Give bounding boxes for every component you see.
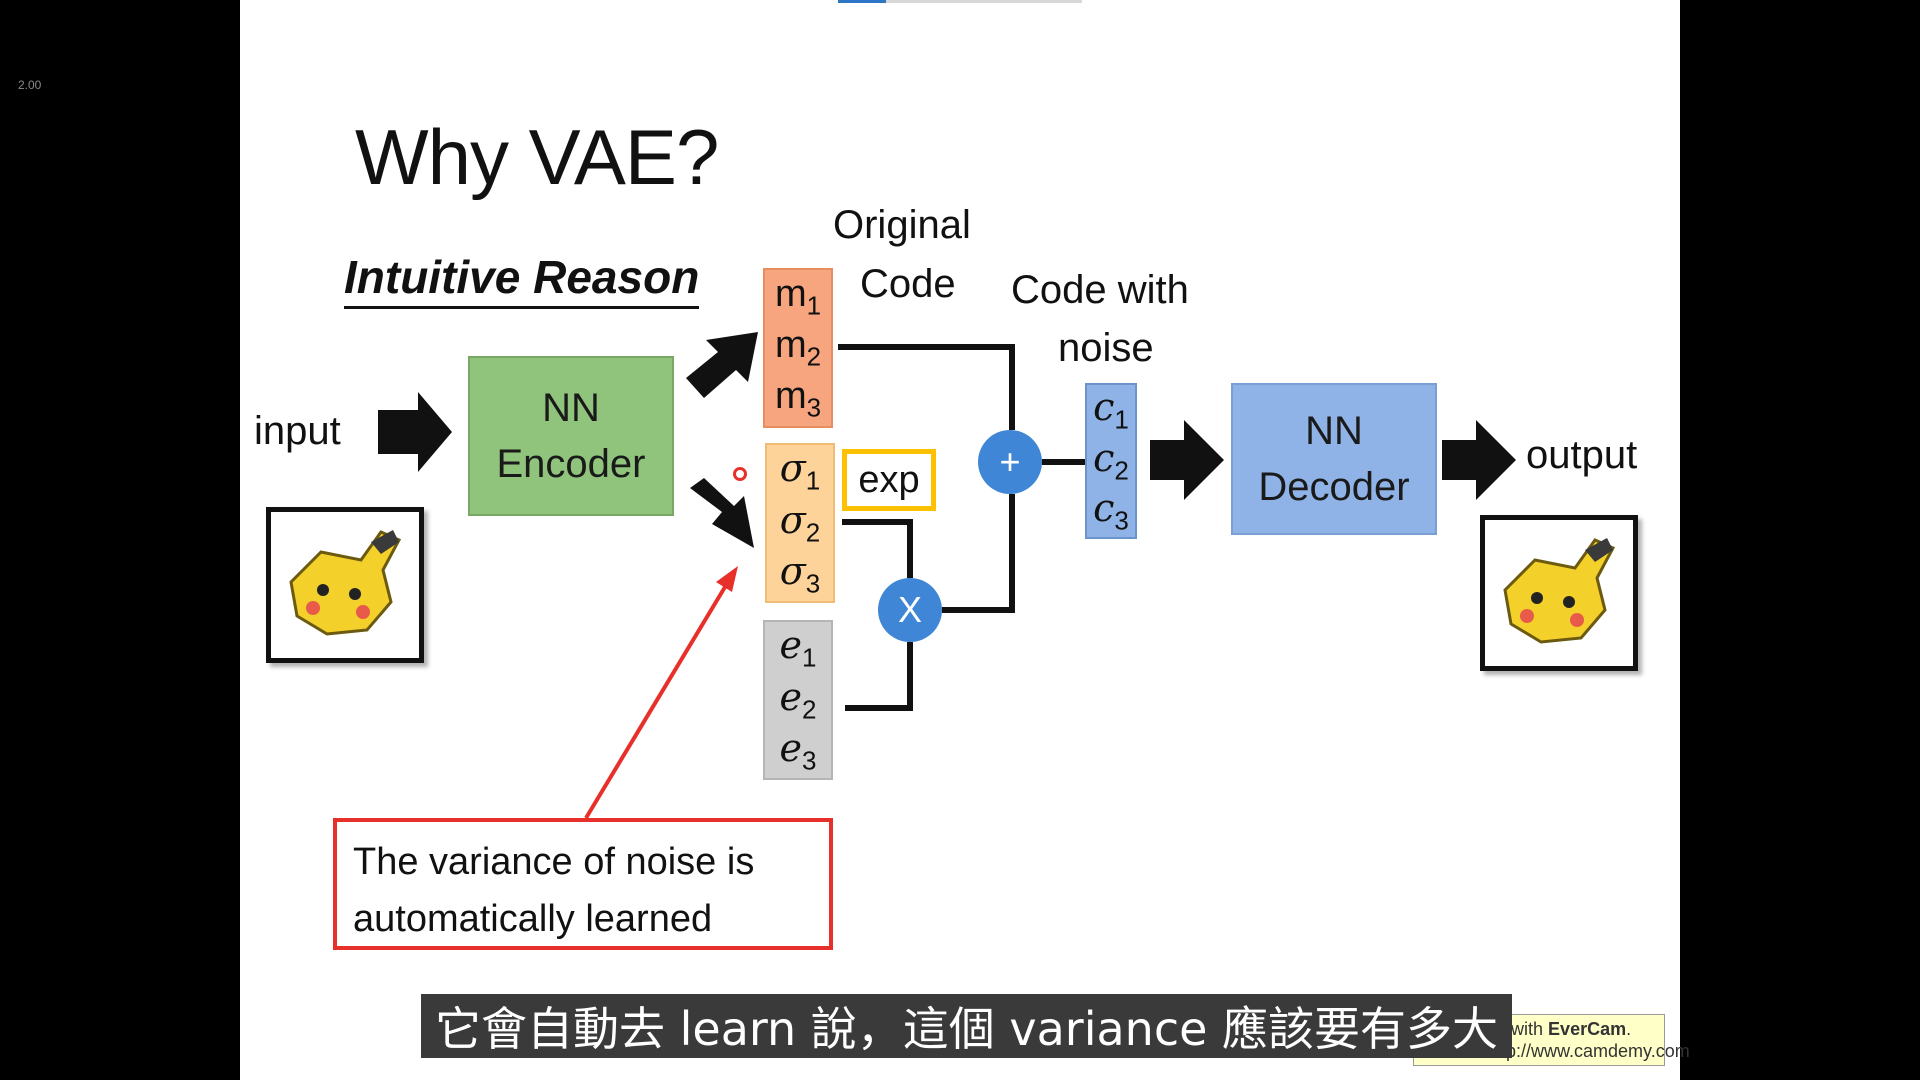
note-pointer-arrow — [584, 580, 730, 820]
sigma-to-times-line — [842, 519, 913, 578]
noise-element: e1 — [779, 623, 817, 673]
multiply-operator-icon: X — [878, 578, 942, 642]
times-to-plus-line — [942, 494, 1015, 613]
nn-encoder-box: NN Encoder — [468, 356, 674, 516]
noise-element: e2 — [779, 674, 817, 725]
code-with-noise-label-line2: noise — [1058, 326, 1154, 370]
original-code-label-line2: Code — [860, 262, 956, 306]
code-with-noise-label-line1: Code with — [1011, 268, 1189, 312]
code-element: c3 — [1093, 486, 1129, 536]
encoder-to-mean-arrow — [686, 332, 758, 398]
output-arrow — [1442, 420, 1516, 500]
input-pikachu-image — [266, 507, 424, 663]
mean-element: m1 — [774, 272, 822, 321]
variance-note-box: The variance of noise is automatically l… — [333, 818, 833, 950]
slide-subtitle: Intuitive Reason — [344, 250, 700, 309]
note-pointer-arrowhead — [716, 566, 738, 592]
input-label: input — [254, 409, 341, 453]
noise-element: e3 — [779, 726, 817, 776]
sigma-element: σ2 — [779, 497, 821, 548]
sigma-element: σ3 — [779, 549, 821, 599]
plus-operator-icon: + — [978, 430, 1042, 494]
mean-element: m2 — [774, 323, 822, 372]
decoder-label-line1: NN — [1305, 409, 1363, 453]
encoder-to-sigma-arrow — [690, 478, 754, 548]
note-line1: The variance of noise is — [353, 841, 755, 883]
mean-element: m3 — [774, 374, 822, 423]
sigma-element: σ1 — [779, 446, 821, 496]
pikachu-icon — [1503, 538, 1616, 644]
watermark-url: http://www.camdemy.com — [1486, 1040, 1690, 1061]
encoder-label-line1: NN — [542, 386, 600, 430]
output-label: output — [1526, 433, 1638, 477]
exp-function-box: exp — [842, 449, 936, 511]
noise-to-times-line — [845, 642, 913, 711]
output-pikachu-image — [1480, 515, 1638, 671]
original-code-label-line1: Original — [833, 203, 971, 247]
laser-pointer-dot — [733, 467, 747, 481]
noise-vector: e1 e2 e3 — [763, 620, 833, 780]
sigma-vector: σ1 σ2 σ3 — [765, 443, 835, 603]
nn-decoder-box: NN Decoder — [1231, 383, 1437, 535]
slide-title: Why VAE? — [355, 113, 719, 201]
code-element: c2 — [1093, 435, 1129, 486]
mean-vector: m1 m2 m3 — [763, 268, 833, 428]
subtitle-caption: 它會自動去 learn 說，這個 variance 應該要有多大 — [421, 994, 1513, 1058]
decoder-label-line2: Decoder — [1258, 465, 1410, 509]
encoder-label-line2: Encoder — [496, 442, 646, 486]
code-to-decoder-arrow — [1150, 420, 1224, 500]
note-line2: automatically learned — [353, 898, 713, 940]
pikachu-icon — [289, 530, 402, 636]
code-element: c1 — [1093, 385, 1129, 435]
code-with-noise-vector: c1 c2 c3 — [1085, 383, 1137, 539]
input-arrow — [378, 392, 452, 472]
mean-to-plus-line — [838, 344, 1015, 430]
